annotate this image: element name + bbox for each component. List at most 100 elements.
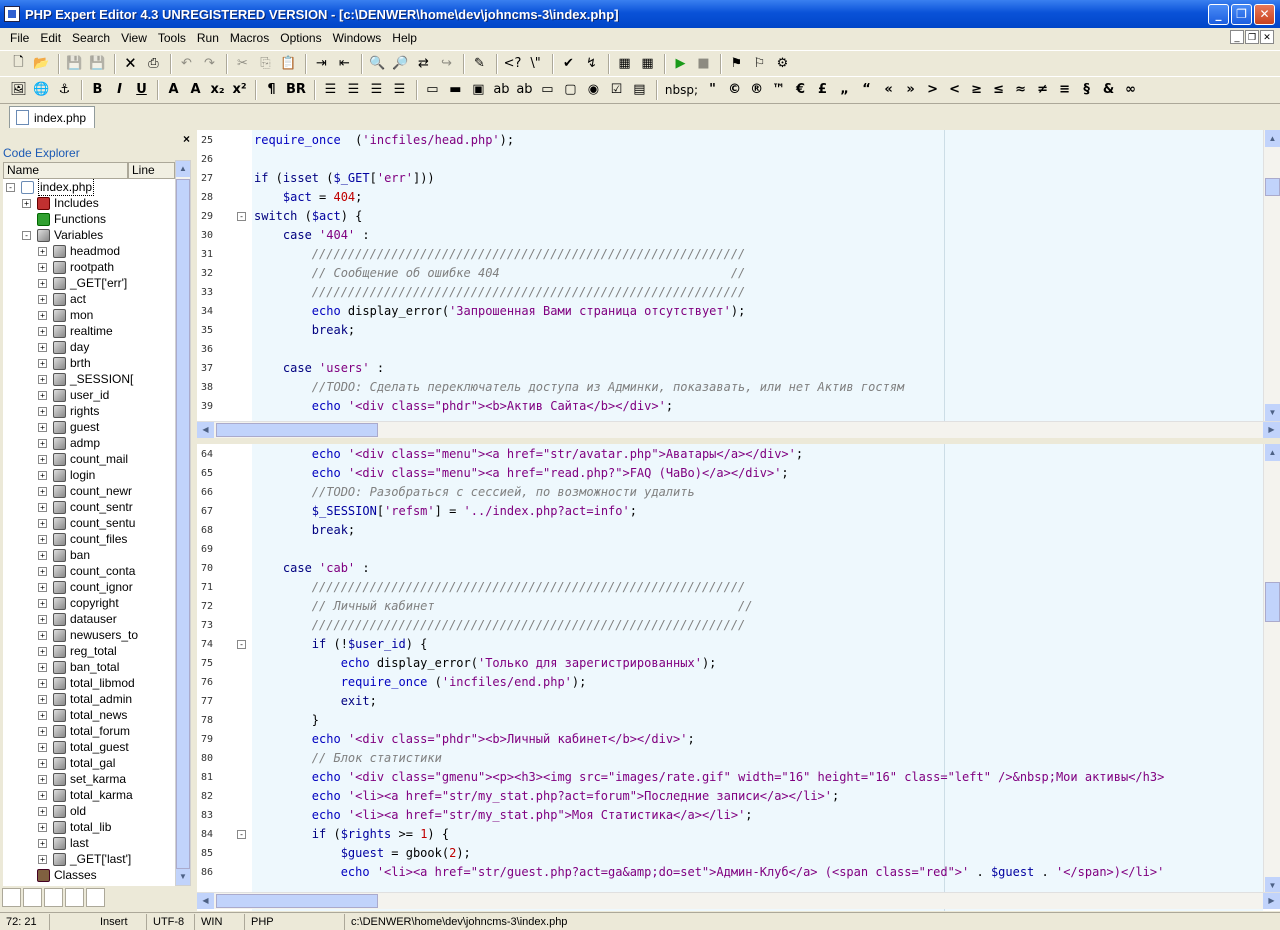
copyright-icon[interactable]: © <box>724 79 745 100</box>
expand-icon[interactable]: + <box>38 726 47 736</box>
expand-icon[interactable]: + <box>38 422 47 432</box>
scroll-thumb[interactable] <box>216 894 378 908</box>
explorer-scrollbar[interactable]: ▲ ▼ <box>175 160 191 886</box>
code-explorer-tab-icon[interactable] <box>2 888 21 907</box>
checkbox-icon[interactable]: ☑ <box>606 79 627 100</box>
tree-variable[interactable]: + count_mail <box>38 451 128 467</box>
hr-icon[interactable]: ▬ <box>445 79 466 100</box>
expand-icon[interactable]: + <box>38 502 47 512</box>
code-line[interactable]: // Блок статистики <box>254 749 442 768</box>
expand-icon[interactable]: + <box>38 758 47 768</box>
amp-icon[interactable]: & <box>1098 79 1119 100</box>
tree-variable[interactable]: + headmod <box>38 243 120 259</box>
unindent-icon[interactable]: ⇤ <box>334 53 355 74</box>
equiv-icon[interactable]: ≡ <box>1054 79 1075 100</box>
tree-classes[interactable]: Classes <box>22 867 97 883</box>
project-tab-icon[interactable] <box>44 888 63 907</box>
column-name[interactable]: Name <box>3 162 128 179</box>
close-button[interactable]: ✕ <box>1254 3 1275 25</box>
expand-icon[interactable]: + <box>38 534 47 544</box>
tree-variable[interactable]: + guest <box>38 419 99 435</box>
italic-icon[interactable]: I <box>109 79 130 100</box>
tree-variable[interactable]: + count_ignor <box>38 579 133 595</box>
expand-icon[interactable]: + <box>38 790 47 800</box>
tab-index-php[interactable]: index.php <box>9 106 96 128</box>
cut-icon[interactable]: ✂ <box>232 53 253 74</box>
scroll-left-icon[interactable]: ◀ <box>197 422 214 438</box>
undo-icon[interactable]: ↶ <box>176 53 197 74</box>
panel-close-icon[interactable]: × <box>183 132 190 146</box>
expand-icon[interactable]: + <box>38 582 47 592</box>
code-line[interactable]: //TODO: Разобраться с сессией, по возмож… <box>254 483 695 502</box>
collapse-icon[interactable]: - <box>22 230 31 240</box>
tree-variable[interactable]: + total_lib <box>38 819 111 835</box>
debug-settings-icon[interactable]: ⚙ <box>772 53 793 74</box>
textarea-icon[interactable]: ab <box>514 79 535 100</box>
expand-icon[interactable]: + <box>38 486 47 496</box>
expand-icon[interactable]: + <box>38 694 47 704</box>
save-icon[interactable]: 💾 <box>64 53 85 74</box>
scroll-down-icon[interactable]: ▼ <box>1265 404 1280 421</box>
ldquo-icon[interactable]: “ <box>856 79 877 100</box>
tree-variable[interactable]: + count_conta <box>38 563 135 579</box>
tree-variable[interactable]: + total_guest <box>38 739 129 755</box>
print-icon[interactable]: ⎙ <box>143 53 164 74</box>
scroll-up-icon[interactable]: ▲ <box>176 161 190 177</box>
tree-variables[interactable]: - Variables <box>22 227 103 243</box>
folder-tab-icon[interactable] <box>65 888 84 907</box>
editor-pane-top[interactable]: 25 26 27 28 29 - 30 31 32 33 34 35 36 37 38 39 require_… <box>197 130 1280 438</box>
goto-icon[interactable]: ↪ <box>436 53 457 74</box>
tree-functions[interactable]: Functions <box>22 211 106 227</box>
select-icon[interactable]: ▤ <box>629 79 650 100</box>
expand-icon[interactable]: + <box>38 630 47 640</box>
code-line[interactable]: if (!$user_id) { <box>254 635 428 654</box>
ge-icon[interactable]: ≥ <box>966 79 987 100</box>
minimize-button[interactable]: _ <box>1208 3 1229 25</box>
tree-variable[interactable]: + realtime <box>38 323 113 339</box>
mdi-close-icon[interactable]: ✕ <box>1260 30 1274 44</box>
code-line[interactable]: $guest = gbook(2); <box>254 844 471 863</box>
new-file-icon[interactable]: 🗋 <box>8 53 29 74</box>
html-php-icon[interactable]: ▦ <box>614 53 635 74</box>
anchor-icon[interactable]: ⚓ <box>54 79 75 100</box>
tree-variable[interactable]: + reg_total <box>38 643 117 659</box>
code-line[interactable]: break; <box>254 521 355 540</box>
tree-variable[interactable]: + newusers_to <box>38 627 138 643</box>
menu-macros[interactable]: Macros <box>226 31 273 45</box>
stop-icon[interactable]: ■ <box>693 53 714 74</box>
tree-variable[interactable]: + last <box>38 835 89 851</box>
raquo-icon[interactable]: » <box>900 79 921 100</box>
fold-collapse-icon[interactable]: - <box>237 830 246 839</box>
redo-icon[interactable]: ↷ <box>199 53 220 74</box>
align-left-icon[interactable]: ☰ <box>320 79 341 100</box>
code-line[interactable]: ////////////////////////////////////////… <box>254 616 745 635</box>
menu-file[interactable]: File <box>6 31 33 45</box>
approx-icon[interactable]: ≈ <box>1010 79 1031 100</box>
tree-variable[interactable]: + total_forum <box>38 723 130 739</box>
tree-variable[interactable]: + datauser <box>38 611 117 627</box>
expand-icon[interactable]: + <box>38 614 47 624</box>
expand-icon[interactable]: + <box>38 838 47 848</box>
horizontal-scrollbar[interactable]: ◀ ▶ <box>197 421 1280 438</box>
php-tag-icon[interactable]: <? <box>502 53 523 74</box>
infinity-icon[interactable]: ∞ <box>1120 79 1141 100</box>
hidden-field-icon[interactable]: ▭ <box>537 79 558 100</box>
code-line[interactable]: $_SESSION['refsm'] = '../index.php?act=i… <box>254 502 637 521</box>
code-line[interactable]: ////////////////////////////////////////… <box>254 245 745 264</box>
debug-run-icon[interactable]: ⚑ <box>726 53 747 74</box>
indent-icon[interactable]: ⇥ <box>311 53 332 74</box>
tree-variable[interactable]: + day <box>38 339 89 355</box>
code-line[interactable]: echo display_error('Только для зарегистр… <box>254 654 717 673</box>
web-icon[interactable]: 🌐 <box>31 79 52 100</box>
align-center-icon[interactable]: ☰ <box>343 79 364 100</box>
save-all-icon[interactable]: 💾 <box>87 53 108 74</box>
expand-icon[interactable]: + <box>38 470 47 480</box>
expand-icon[interactable]: + <box>38 326 47 336</box>
code-line[interactable]: echo '<div class="menu"><a href="read.ph… <box>254 464 789 483</box>
tree-variable[interactable]: + mon <box>38 307 93 323</box>
html-phpi-icon[interactable]: ▦ <box>637 53 658 74</box>
code-line[interactable]: echo '<li><a href="str/my_stat.php">Моя … <box>254 806 753 825</box>
menu-windows[interactable]: Windows <box>329 31 386 45</box>
tree-variable[interactable]: + count_sentu <box>38 515 135 531</box>
code-line[interactable]: // Сообщение об ошибке 404 // <box>254 264 745 283</box>
